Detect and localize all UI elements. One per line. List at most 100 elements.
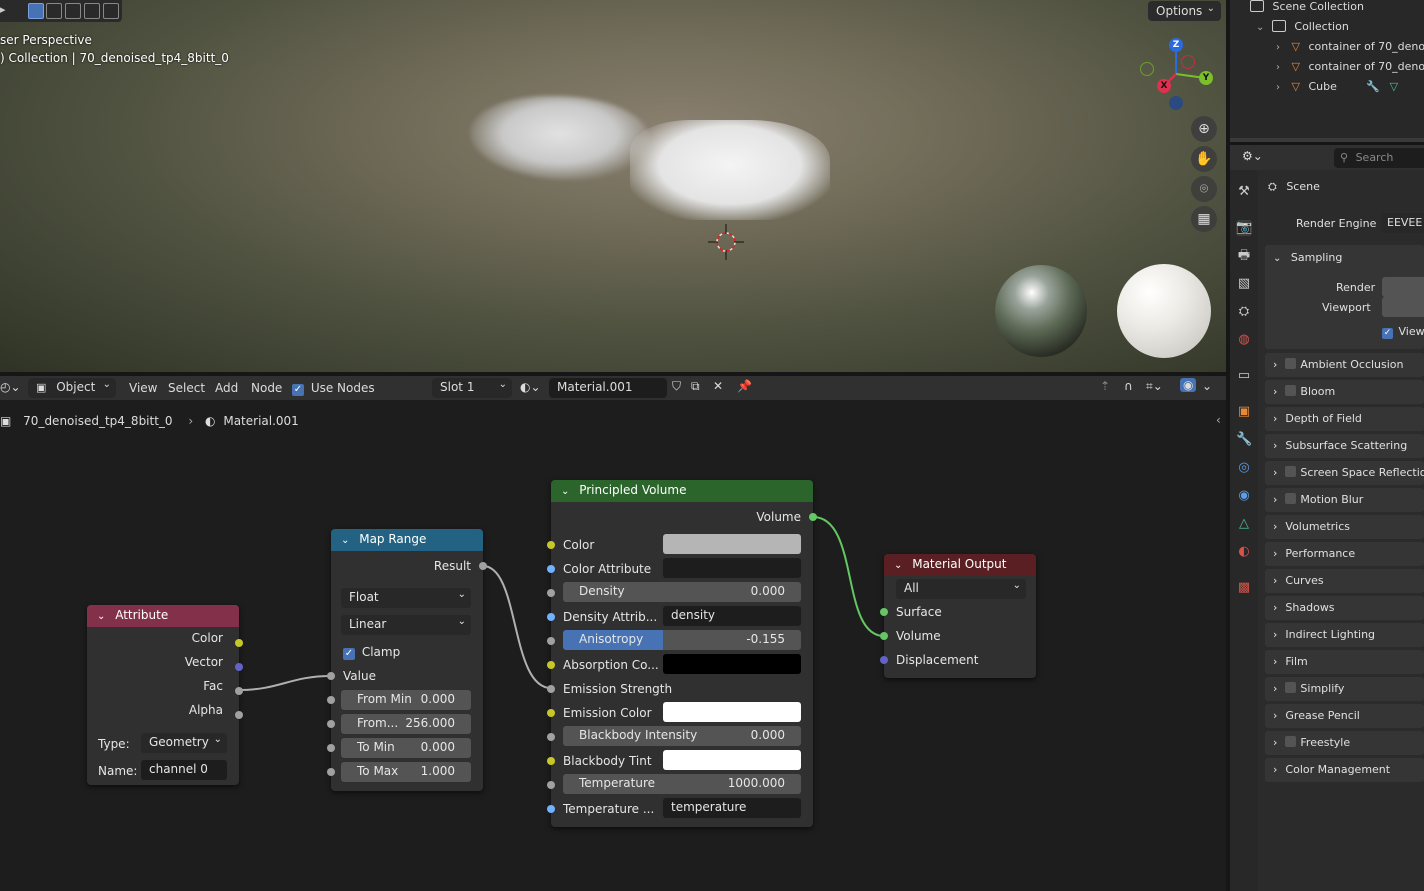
socket-input-density-attribute[interactable] — [547, 613, 555, 621]
interpolation-dropdown[interactable]: Linear ⌄ — [341, 615, 471, 635]
parent-node-tree-icon[interactable]: ⇡ — [1100, 379, 1110, 393]
socket-input-from-min[interactable] — [327, 696, 335, 704]
blackbody-tint-swatch[interactable] — [663, 750, 801, 770]
chevron-down-icon[interactable]: ⌄ — [1202, 379, 1212, 393]
socket-input-value[interactable] — [327, 672, 335, 680]
modifier-tab-icon[interactable]: 🔧 — [1236, 432, 1252, 448]
chevron-down-icon[interactable]: ⌄ — [1256, 22, 1264, 33]
data-type-dropdown[interactable]: Float ⌄ — [341, 588, 471, 608]
material-tab-icon[interactable]: ◐ — [1236, 544, 1252, 560]
outliner-row-object[interactable]: › ▽ container of 70_denoi — [1276, 60, 1424, 80]
slot-dropdown[interactable]: Slot 1 ⌄ — [432, 378, 512, 398]
outliner[interactable]: Scene Collection ⌄ Collection › ▽ contai… — [1230, 0, 1424, 142]
collapse-chevron-icon[interactable]: ⌄ — [341, 535, 349, 546]
chevron-right-icon[interactable]: › — [1276, 62, 1280, 73]
blackbody-intensity-field[interactable]: Blackbody Intensity 0.000 — [563, 726, 801, 746]
principled-volume-node-header[interactable]: ⌄ Principled Volume — [551, 480, 813, 502]
panel-checkbox[interactable] — [1285, 358, 1297, 369]
socket-input-color-attribute[interactable] — [547, 565, 555, 573]
physics-tab-icon[interactable]: ◉ — [1236, 488, 1252, 504]
socket-input-absorption-color[interactable] — [547, 661, 555, 669]
type-dropdown[interactable]: Geometry ⌄ — [141, 733, 227, 753]
to-max-field[interactable]: To Max 1.000 — [341, 762, 471, 782]
chevron-right-icon[interactable]: › — [1276, 82, 1280, 93]
wrench-icon[interactable]: 🔧 — [1366, 80, 1380, 93]
panel-indirect-lighting[interactable]: › Indirect Lighting — [1265, 623, 1424, 647]
outliner-row-collection[interactable]: ⌄ Collection — [1256, 20, 1349, 40]
navigation-gizmo[interactable]: Z Y X — [1140, 38, 1218, 110]
overlay-icon[interactable]: ◉ — [1180, 378, 1197, 392]
use-nodes-checkbox[interactable]: ✓ Use Nodes — [292, 381, 375, 396]
material-output-node[interactable]: ⌄ Material Output All ⌄ Surface Volume D… — [880, 554, 1036, 678]
outliner-row-cube[interactable]: › ▽ Cube 🔧 ▽ — [1276, 80, 1398, 100]
panel-checkbox[interactable] — [1285, 385, 1297, 396]
panel-ambient-occlusion[interactable]: › Ambient Occlusion — [1265, 353, 1424, 377]
unlink-material-icon[interactable]: ✕ — [713, 379, 723, 393]
viewport-samples-field[interactable] — [1382, 297, 1424, 317]
socket-output-fac[interactable] — [235, 687, 243, 695]
object-mode-dropdown[interactable]: ▣ Object ⌄ — [28, 378, 116, 398]
3d-viewport[interactable]: ▸ ser Perspective ) Collection | 70_deno… — [0, 0, 1226, 372]
scene-tab-icon[interactable]: ⛭ — [1236, 304, 1252, 320]
menu-add[interactable]: Add — [215, 381, 238, 395]
socket-input-anisotropy[interactable] — [547, 637, 555, 645]
snap-target-icon[interactable]: ⌗⌄ — [1146, 379, 1163, 394]
socket-input-temperature[interactable] — [547, 781, 555, 789]
world-tab-icon[interactable]: ◍ — [1236, 332, 1252, 348]
pin-icon[interactable]: 📌 — [737, 379, 752, 393]
fake-user-shield-icon[interactable]: ⛉ — [672, 379, 681, 394]
area-separator-vertical[interactable] — [1226, 0, 1230, 891]
area-separator-horizontal[interactable] — [0, 372, 1226, 376]
target-dropdown[interactable]: All ⌄ — [896, 579, 1026, 599]
panel-simplify[interactable]: › Simplify — [1265, 677, 1424, 701]
render-tab-icon[interactable]: 📷 — [1236, 220, 1252, 236]
perspective-grid-icon[interactable]: ▦ — [1191, 206, 1217, 232]
name-field[interactable]: channel 0 — [141, 760, 227, 780]
panel-checkbox[interactable] — [1285, 682, 1297, 693]
panel-motion-blur[interactable]: › Motion Blur — [1265, 488, 1424, 512]
socket-input-density[interactable] — [547, 589, 555, 597]
menu-view[interactable]: View — [129, 381, 157, 395]
select-box-extend-icon[interactable] — [46, 3, 62, 19]
socket-input-temperature-attribute[interactable] — [547, 805, 555, 813]
absorption-color-swatch[interactable] — [663, 654, 801, 674]
socket-output-result[interactable] — [479, 562, 487, 570]
3d-cursor-icon[interactable] — [706, 222, 746, 262]
panel-grease-pencil[interactable]: › Grease Pencil — [1265, 704, 1424, 728]
collapse-chevron-icon[interactable]: ⌄ — [97, 611, 105, 622]
socket-input-emission-color[interactable] — [547, 709, 555, 717]
outliner-row-scene-collection[interactable]: Scene Collection — [1250, 0, 1364, 20]
panel-checkbox[interactable] — [1285, 493, 1297, 504]
tool-tab-icon[interactable]: ⚒ — [1236, 184, 1252, 200]
panel-performance[interactable]: › Performance — [1265, 542, 1424, 566]
cursor-tool-icon[interactable]: ▸ — [0, 3, 12, 19]
panel-shadows[interactable]: › Shadows — [1265, 596, 1424, 620]
socket-input-surface[interactable] — [880, 608, 888, 616]
socket-input-to-min[interactable] — [327, 744, 335, 752]
viewport-denoising-checkbox[interactable]: ✓ View — [1382, 325, 1424, 339]
outliner-row-object[interactable]: › ▽ container of 70_denoi — [1276, 40, 1424, 60]
socket-output-color[interactable] — [235, 639, 243, 647]
principled-volume-node[interactable]: ⌄ Principled Volume Volume Color Color A… — [547, 480, 817, 827]
socket-output-vector[interactable] — [235, 663, 243, 671]
snap-icon[interactable]: ∩ — [1124, 379, 1133, 393]
axis-neg-z-icon[interactable] — [1169, 96, 1183, 110]
sampling-header[interactable]: ⌄ Sampling — [1273, 251, 1342, 264]
particles-tab-icon[interactable]: ◎ — [1236, 460, 1252, 476]
panel-curves[interactable]: › Curves — [1265, 569, 1424, 593]
panel-color-management[interactable]: › Color Management — [1265, 758, 1424, 782]
emission-color-swatch[interactable] — [663, 702, 801, 722]
map-range-node[interactable]: ⌄ Map Range Result Float ⌄ Linear ⌄ ✓ Cl… — [327, 529, 487, 791]
temperature-attribute-field[interactable]: temperature — [663, 798, 801, 818]
from-min-field[interactable]: From Min 0.000 — [341, 690, 471, 710]
options-dropdown[interactable]: Options ⌄ — [1148, 1, 1221, 21]
map-range-node-header[interactable]: ⌄ Map Range — [331, 529, 483, 551]
axis-x-icon[interactable]: X — [1157, 79, 1171, 93]
volume-object-right[interactable] — [630, 120, 830, 220]
object-tab-icon[interactable]: ▣ — [1236, 404, 1252, 420]
select-box-subtract-icon[interactable] — [65, 3, 81, 19]
socket-output-alpha[interactable] — [235, 711, 243, 719]
axis-neg-y-icon[interactable] — [1140, 62, 1154, 76]
density-field[interactable]: Density 0.000 — [563, 582, 801, 602]
properties-search-input[interactable]: ⚲ Search — [1334, 148, 1424, 168]
